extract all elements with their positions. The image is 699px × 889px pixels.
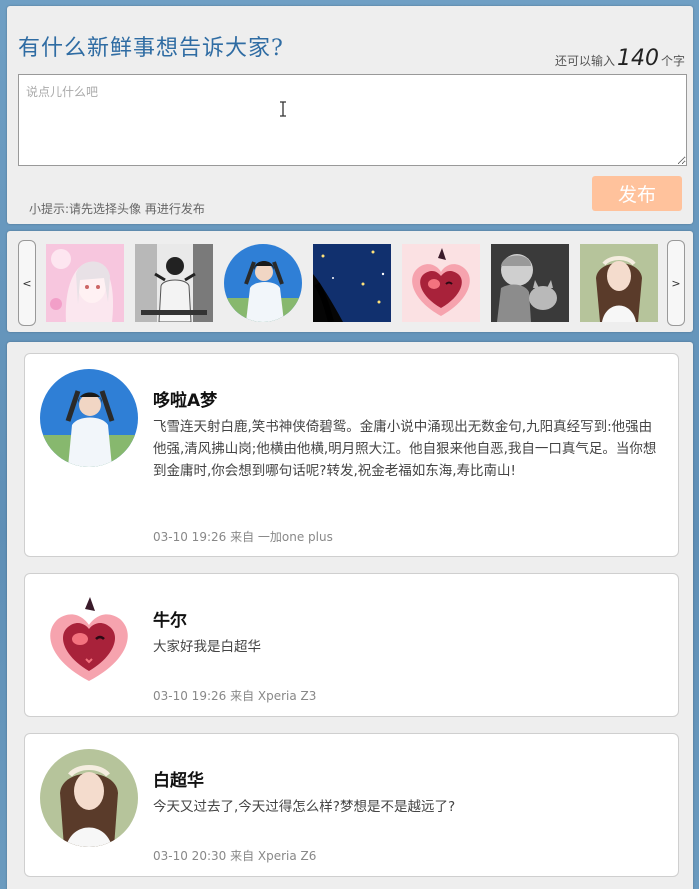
avatar-option-monochrome-person[interactable] xyxy=(135,244,213,322)
counter-prefix: 还可以输入 xyxy=(554,54,615,68)
post-avatar[interactable] xyxy=(40,749,138,847)
counter-value: 140 xyxy=(616,46,659,71)
avatar-option-child-with-kitten[interactable] xyxy=(491,244,569,322)
text-cursor-icon xyxy=(280,101,286,117)
post-card: 牛尔 大家好我是白超华 03-10 19:26 来自 Xperia Z3 xyxy=(24,573,679,717)
post-author[interactable]: 哆啦A梦 xyxy=(153,386,217,411)
post-content: 飞雪连天射白鹿,笑书神侠倚碧鸳。金庸小说中涌现出无数金句,九阳真经写到:他强由他… xyxy=(153,419,657,479)
publish-button[interactable]: 发布 xyxy=(592,176,682,211)
post-author[interactable]: 白超华 xyxy=(153,766,204,791)
compose-panel: 有什么新鲜事想告诉大家? 还可以输入 140 个字 小提示:请先选择头像 再进行… xyxy=(7,6,693,224)
publish-hint: 小提示:请先选择头像 再进行发布 xyxy=(29,202,205,216)
post-meta: 03-10 20:30 来自 Xperia Z6 xyxy=(153,849,317,863)
avatar-prev-button[interactable]: < xyxy=(18,240,36,326)
avatar-picker: < > xyxy=(7,231,693,332)
avatar-option-dark-hair-stars[interactable] xyxy=(313,244,391,322)
avatar-option-girl-blue-sky[interactable] xyxy=(224,244,302,322)
post-author[interactable]: 牛尔 xyxy=(153,606,187,631)
avatar-option-red-cartoon-heart[interactable] xyxy=(402,244,480,322)
post-card: 哆啦A梦 飞雪连天射白鹿,笑书神侠倚碧鸳。金庸小说中涌现出无数金句,九阳真经写到… xyxy=(24,353,679,557)
post-feed: 哆啦A梦 飞雪连天射白鹿,笑书神侠倚碧鸳。金庸小说中涌现出无数金句,九阳真经写到… xyxy=(7,342,693,889)
counter-suffix: 个字 xyxy=(660,54,685,68)
avatar-next-button[interactable]: > xyxy=(667,240,685,326)
post-avatar[interactable] xyxy=(40,589,138,687)
avatar-option-anime-pink-girl[interactable] xyxy=(46,244,124,322)
post-content: 大家好我是白超华 xyxy=(153,639,261,655)
post-card: 白超华 今天又过去了,今天过得怎么样?梦想是不是越远了? 03-10 20:30… xyxy=(24,733,679,877)
post-avatar[interactable] xyxy=(40,369,138,467)
post-meta: 03-10 19:26 来自 Xperia Z3 xyxy=(153,689,317,703)
avatar-option-girl-flower-crown[interactable] xyxy=(580,244,658,322)
post-content: 今天又过去了,今天过得怎么样?梦想是不是越远了? xyxy=(153,799,456,815)
post-textarea[interactable] xyxy=(18,74,687,166)
char-counter: 还可以输入 140 个字 xyxy=(555,46,685,71)
post-meta: 03-10 19:26 来自 一加one plus xyxy=(153,530,333,544)
compose-title: 有什么新鲜事想告诉大家? xyxy=(18,36,284,61)
